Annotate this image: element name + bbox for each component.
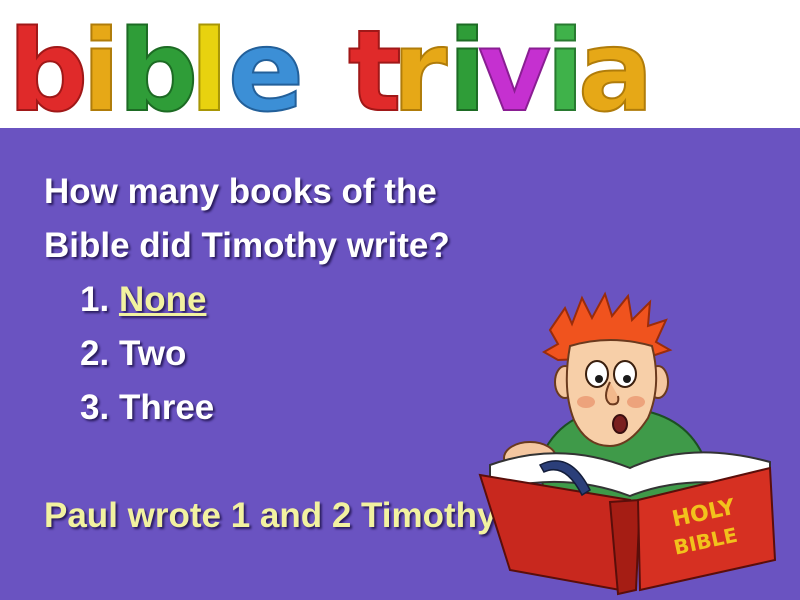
svg-text:r: r xyxy=(392,7,447,128)
title-banner: b i b l e t r i v i a xyxy=(0,0,800,128)
option-3-number: 3. xyxy=(80,388,110,427)
bible-trivia-logo: b i b l e t r i v i a xyxy=(7,6,655,128)
man-reading-bible-illustration: HOLY BIBLE xyxy=(478,291,777,596)
option-1-number: 1. xyxy=(80,280,110,319)
option-1-answer-link[interactable]: None xyxy=(119,280,207,319)
svg-text:l: l xyxy=(190,7,228,128)
option-3: 3. Three xyxy=(80,388,214,428)
answer-note: Paul wrote 1 and 2 Timothy xyxy=(44,496,497,535)
svg-text:i: i xyxy=(82,7,120,128)
option-3-label: Three xyxy=(118,388,215,427)
option-2-number: 2. xyxy=(80,334,110,373)
svg-text:a: a xyxy=(578,7,654,128)
svg-text:v: v xyxy=(478,7,551,128)
option-1: 1. None xyxy=(80,280,206,320)
question-line-2: Bible did Timothy write? xyxy=(44,226,450,265)
svg-text:b: b xyxy=(118,7,198,128)
svg-text:e: e xyxy=(228,7,304,128)
option-2: 2. Two xyxy=(80,334,186,374)
svg-text:b: b xyxy=(8,7,88,128)
question-line-1: How many books of the xyxy=(44,172,437,211)
option-2-label: Two xyxy=(118,334,187,373)
